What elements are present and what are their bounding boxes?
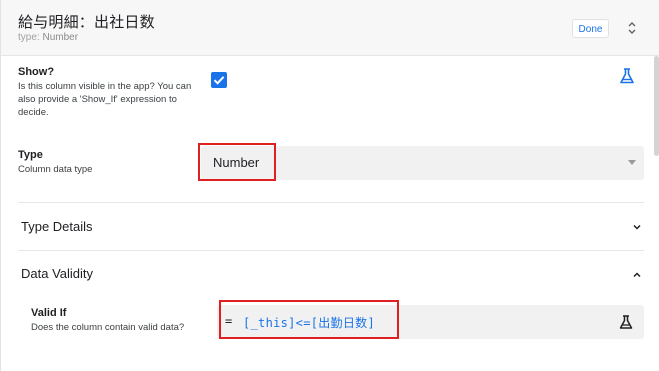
type-subtitle-label: type: [18,32,43,43]
dropdown-caret-icon [628,160,636,165]
column-type-subtitle: type: Number [18,32,78,43]
type-label: Type [18,149,43,161]
type-subtitle-value: Number [42,32,79,43]
expand-collapse-icon[interactable] [625,18,639,38]
show-label: Show? [18,66,55,78]
check-icon [213,76,225,85]
valid-if-expression[interactable]: [_this]<=[出勤日数] [243,314,375,331]
show-checkbox[interactable] [211,72,227,88]
chevron-down-icon[interactable] [631,220,643,232]
column-header: 給与明細：出社日数 type: Number Done [1,0,659,56]
divider [18,250,644,251]
done-button[interactable]: Done [572,19,609,38]
column-title: 給与明細：出社日数 [18,14,155,31]
section-data-validity[interactable]: Data Validity [21,266,93,281]
type-dropdown-value: Number [213,155,260,170]
type-description: Column data type [18,164,93,175]
flask-icon[interactable] [618,67,636,85]
valid-if-label: Valid If [31,307,67,319]
scrollbar[interactable] [654,56,659,156]
show-description: Is this column visible in the app? You c… [18,81,192,118]
divider [18,202,644,203]
type-dropdown[interactable]: Number [201,146,644,180]
column-editor-panel: 給与明細：出社日数 type: Number Done Show? Is thi… [0,0,659,371]
valid-if-expression-field[interactable]: = [_this]<=[出勤日数] [217,305,644,339]
section-type-details[interactable]: Type Details [21,219,93,234]
flask-icon[interactable] [618,314,634,330]
chevron-up-icon[interactable] [631,268,643,280]
valid-if-description: Does the column contain valid data? [31,322,185,333]
expression-equals-sign: = [225,314,233,328]
